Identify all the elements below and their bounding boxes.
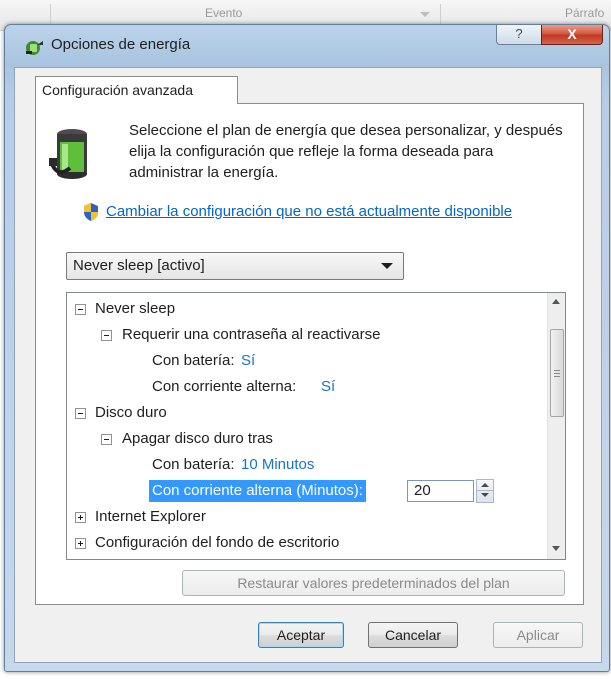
tree-node-label: Never sleep: [95, 300, 176, 317]
setting-value[interactable]: Sí: [241, 349, 255, 373]
help-button[interactable]: ?: [496, 25, 542, 45]
tree-node-label: Disco duro: [95, 404, 167, 421]
tab-panel: Seleccione el plan de energía que desea …: [35, 103, 584, 605]
chevron-down-icon: [381, 263, 393, 269]
power-options-dialog: Opciones de energía ? X Configuración av…: [4, 24, 610, 672]
tree-node-label: Apagar disco duro tras: [122, 430, 273, 447]
power-plan-selected: Never sleep [activo]: [73, 257, 205, 274]
tree-node-label: Internet Explorer: [95, 508, 206, 525]
vertical-scrollbar[interactable]: [547, 293, 565, 559]
collapse-icon[interactable]: [101, 434, 112, 445]
collapse-icon[interactable]: [75, 408, 86, 419]
setting-value[interactable]: Sí: [321, 375, 335, 399]
expand-icon[interactable]: [75, 512, 86, 523]
collapse-icon[interactable]: [101, 330, 112, 341]
setting-label: Con corriente alterna:: [152, 378, 297, 395]
tree-node-label: Configuración del fondo de escritorio: [95, 534, 340, 551]
restore-defaults-button[interactable]: Restaurar valores predeterminados del pl…: [182, 570, 565, 596]
scroll-up-icon[interactable]: [552, 299, 560, 304]
sort-arrow-icon: [420, 12, 430, 17]
dialog-client-area: Configuración avanzada Seleccione el pla…: [14, 67, 602, 663]
power-options-icon: [26, 41, 43, 55]
selected-setting-label: Con corriente alterna (Minutos):: [149, 480, 366, 502]
setting-value[interactable]: 10 Minutos: [241, 453, 314, 477]
column-separator: [50, 4, 51, 26]
uac-shield-icon: [84, 203, 98, 221]
window-title: Opciones de energía: [51, 36, 191, 53]
ok-button[interactable]: Aceptar: [258, 622, 344, 648]
cancel-button[interactable]: Cancelar: [368, 622, 458, 648]
battery-plug-icon: [49, 129, 87, 179]
power-plan-dropdown[interactable]: Never sleep [activo]: [66, 252, 404, 280]
close-button[interactable]: X: [541, 25, 603, 45]
setting-label: Con batería:: [152, 352, 235, 369]
tree-node-label: Requerir una contraseña al reactivarse: [122, 326, 381, 343]
settings-tree[interactable]: Never sleep Requerir una contraseña al r…: [66, 292, 566, 560]
setting-label: Con batería:: [152, 456, 235, 473]
minutes-input[interactable]: 20: [407, 480, 474, 502]
scrollbar-thumb[interactable]: [550, 329, 564, 417]
apply-button[interactable]: Aplicar: [493, 622, 583, 648]
stepper-up-icon[interactable]: [481, 483, 489, 487]
minutes-stepper[interactable]: [476, 479, 494, 503]
tab-advanced-settings[interactable]: Configuración avanzada: [35, 76, 238, 104]
scroll-down-icon[interactable]: [552, 546, 560, 551]
expand-icon[interactable]: [75, 538, 86, 549]
change-unavailable-settings-link[interactable]: Cambiar la configuración que no está act…: [106, 201, 526, 222]
column-separator: [440, 4, 441, 26]
instruction-text: Seleccione el plan de energía que desea …: [129, 122, 563, 181]
stepper-down-icon[interactable]: [481, 493, 489, 497]
collapse-icon[interactable]: [75, 304, 86, 315]
